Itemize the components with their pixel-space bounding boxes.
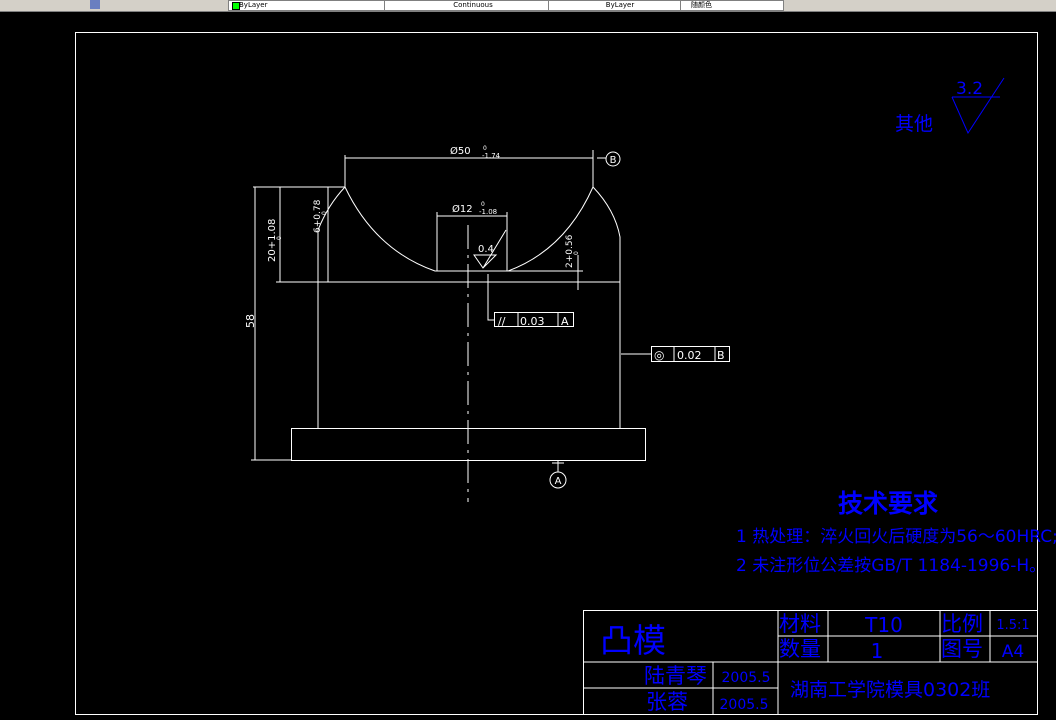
concentricity-icon: ◎: [654, 348, 664, 362]
technical-requirements: 技术要求 1 热处理：淬火回火后硬度为56～60HRC; 2 未注形位公差按GB…: [736, 489, 1056, 576]
designer-date: 2005.5: [722, 670, 771, 686]
parallel-value: 0.03: [520, 315, 545, 328]
dim-6-low: 0: [321, 211, 328, 215]
dim-dia50-tol-up: 0: [483, 145, 487, 152]
dim-6: 6+0.78: [313, 199, 323, 233]
datum-a-label: A: [555, 476, 562, 487]
roughness-other: 其他 3.2: [895, 77, 1005, 135]
parallel-icon: //: [498, 315, 506, 328]
dimensions: B Ø50 0 -1.74 Ø12 0 -1.08 0.4 58 20+1.08…: [244, 145, 621, 461]
school-class: 湖南工学院模具0302班: [790, 679, 990, 701]
dim-dia50: Ø50: [450, 145, 471, 157]
part-outline: [276, 186, 646, 502]
parallel-datum: A: [561, 315, 569, 328]
material-value: T10: [864, 613, 903, 637]
roughness-local-value: 0.4: [478, 244, 494, 255]
scale-label: 比例: [941, 612, 983, 636]
dim-dia50-tol-low: -1.74: [482, 152, 501, 160]
datum-a: A: [549, 461, 567, 489]
drawing-no-label: 图号: [941, 637, 983, 661]
scale-value: 1.5:1: [996, 618, 1029, 633]
roughness-other-value: 3.2: [956, 79, 983, 99]
dim-2-low: 0: [573, 251, 580, 255]
dim-dia12-tol-low: -1.08: [479, 208, 497, 216]
title-block: 凸模 材料 T10 比例 1.5:1 数量 1 图号 A4 陆青琴 2005.5…: [583, 610, 1038, 715]
dim-dia12: Ø12: [452, 203, 473, 215]
tech-req-title: 技术要求: [838, 489, 938, 518]
dim-58: 58: [244, 314, 257, 328]
drawing-no-value: A4: [1002, 642, 1024, 662]
checker-date: 2005.5: [720, 697, 769, 713]
concentric-value: 0.02: [677, 349, 702, 362]
qty-label: 数量: [779, 637, 821, 661]
designer-name: 陆青琴: [644, 664, 707, 688]
roughness-other-label: 其他: [895, 113, 933, 135]
concentric-datum: B: [717, 349, 725, 362]
tech-req-item: 1 热处理：淬火回火后硬度为56～60HRC;: [736, 527, 1056, 547]
checker-name: 张蓉: [646, 690, 688, 714]
dim-dia12-tol-up: 0: [481, 201, 485, 208]
tech-req-item: 2 未注形位公差按GB/T 1184-1996-H。: [736, 556, 1046, 576]
material-label: 材料: [779, 612, 821, 636]
datum-b-label: B: [610, 155, 617, 166]
qty-value: 1: [871, 639, 884, 663]
drawing-canvas[interactable]: B Ø50 0 -1.74 Ø12 0 -1.08 0.4 58 20+1.08…: [0, 0, 1056, 720]
dim-20-low: 0: [276, 236, 283, 240]
tolerance-concentric-frame: ◎ 0.02 B: [621, 346, 730, 362]
part-name: 凸模: [600, 621, 666, 660]
